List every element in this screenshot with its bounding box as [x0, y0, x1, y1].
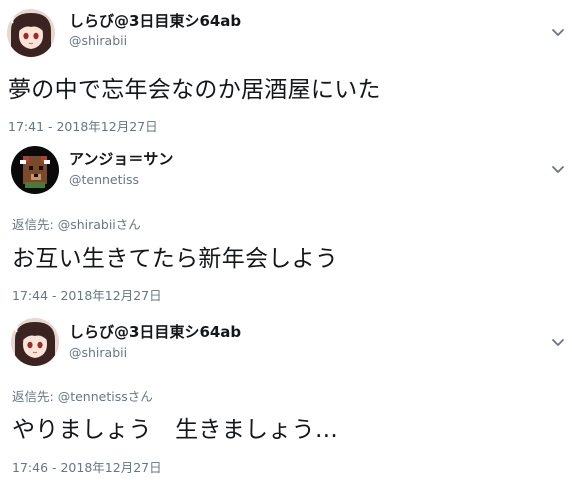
reply-mention-link[interactable]: @tennetissさん	[58, 389, 153, 404]
handle[interactable]: @tennetiss	[69, 172, 139, 187]
anime-girl-avatar-icon	[11, 318, 59, 366]
pixel-bear-avatar-icon	[11, 146, 59, 194]
reply-mention-link[interactable]: @shirabiiさん	[58, 217, 141, 232]
timestamp[interactable]: 17:41 - 2018年12月27日	[8, 116, 158, 135]
reply-label: 返信先:	[12, 389, 58, 404]
handle[interactable]: @shirabii	[69, 33, 127, 48]
avatar[interactable]	[11, 318, 59, 366]
tweet-thread: しらび@3日目東シ64ab @shirabii 夢の中で忘年会なのか居酒屋にいた…	[0, 0, 572, 480]
avatar[interactable]	[7, 9, 55, 57]
handle[interactable]: @shirabii	[69, 345, 127, 360]
chevron-down-icon[interactable]	[548, 162, 568, 178]
reply-context: 返信先: @shirabiiさん	[12, 214, 141, 233]
tweet-2: アンジョ＝サン @tennetiss 返信先: @shirabiiさん お互い生…	[0, 140, 572, 310]
tweet-1: しらび@3日目東シ64ab @shirabii 夢の中で忘年会なのか居酒屋にいた…	[0, 0, 572, 140]
tweet-text: お互い生きてたら新年会しよう	[12, 246, 339, 272]
display-name[interactable]: しらび@3日目東シ64ab	[69, 321, 241, 342]
tweet-text: やりましょう 生きましょう…	[12, 417, 339, 443]
chevron-down-icon[interactable]	[548, 335, 568, 351]
display-name[interactable]: しらび@3日目東シ64ab	[69, 10, 241, 31]
chevron-down-icon[interactable]	[548, 25, 568, 41]
tweet-3: しらび@3日目東シ64ab @shirabii 返信先: @tennetissさ…	[0, 310, 572, 480]
reply-context: 返信先: @tennetissさん	[12, 386, 153, 405]
timestamp[interactable]: 17:44 - 2018年12月27日	[12, 285, 162, 304]
display-name[interactable]: アンジョ＝サン	[69, 148, 173, 169]
anime-girl-avatar-icon	[7, 9, 55, 57]
timestamp[interactable]: 17:46 - 2018年12月27日	[12, 457, 162, 476]
avatar[interactable]	[11, 146, 59, 194]
reply-label: 返信先:	[12, 217, 58, 232]
tweet-text: 夢の中で忘年会なのか居酒屋にいた	[8, 77, 381, 103]
